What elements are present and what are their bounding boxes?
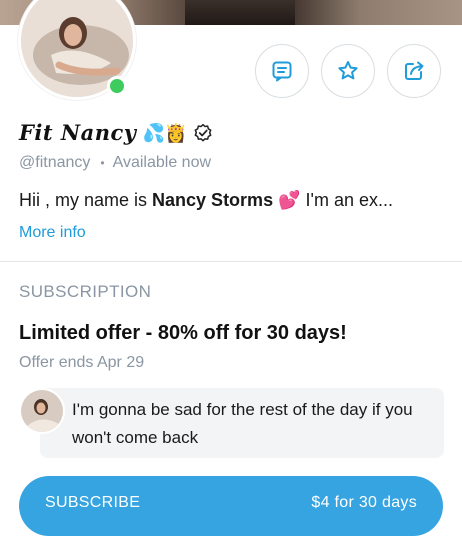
cover-photo-center [185,0,295,25]
section-divider [0,261,462,262]
subscribe-button[interactable]: SUBSCRIBE $4 for 30 days [19,476,443,536]
verified-badge-icon [194,123,212,141]
message-avatar [19,388,65,434]
star-icon [338,61,358,80]
subscribe-button-price: $4 for 30 days [311,494,417,511]
message-icon [272,61,292,82]
offer-title: Limited offer - 80% off for 30 days! [19,322,347,344]
bio-suffix: I'm an ex... [300,190,393,210]
creator-message-text: I'm gonna be sad for the rest of the day… [72,400,413,447]
separator-dot: • [100,156,105,170]
name-emojis: 💦👸 [142,122,188,143]
share-button[interactable] [387,44,441,98]
bio-prefix: Hii , my name is [19,190,153,210]
more-info-link[interactable]: More info [19,224,86,242]
message-button[interactable] [255,44,309,98]
subscription-section-title: SUBSCRIPTION [19,282,152,301]
profile-handle: @fitnancy [19,154,91,171]
offer-end-date: Offer ends Apr 29 [19,354,145,371]
availability-status: Available now [112,154,212,171]
share-icon [405,61,424,80]
bio-emoji: 💕 [278,190,301,210]
profile-bio: Hii , my name is Nancy Storms 💕 I'm an e… [19,190,393,211]
subscribe-button-label: SUBSCRIBE [45,494,141,511]
favorite-button[interactable] [321,44,375,98]
message-avatar-photo [21,390,63,432]
handle-row: @fitnancy • Available now [19,154,211,172]
online-status-dot [107,76,127,96]
profile-name-row: Fit Nancy 💦👸 [19,120,213,145]
profile-name: Fit Nancy [19,120,137,145]
bio-bold-name: Nancy Storms [152,190,274,210]
